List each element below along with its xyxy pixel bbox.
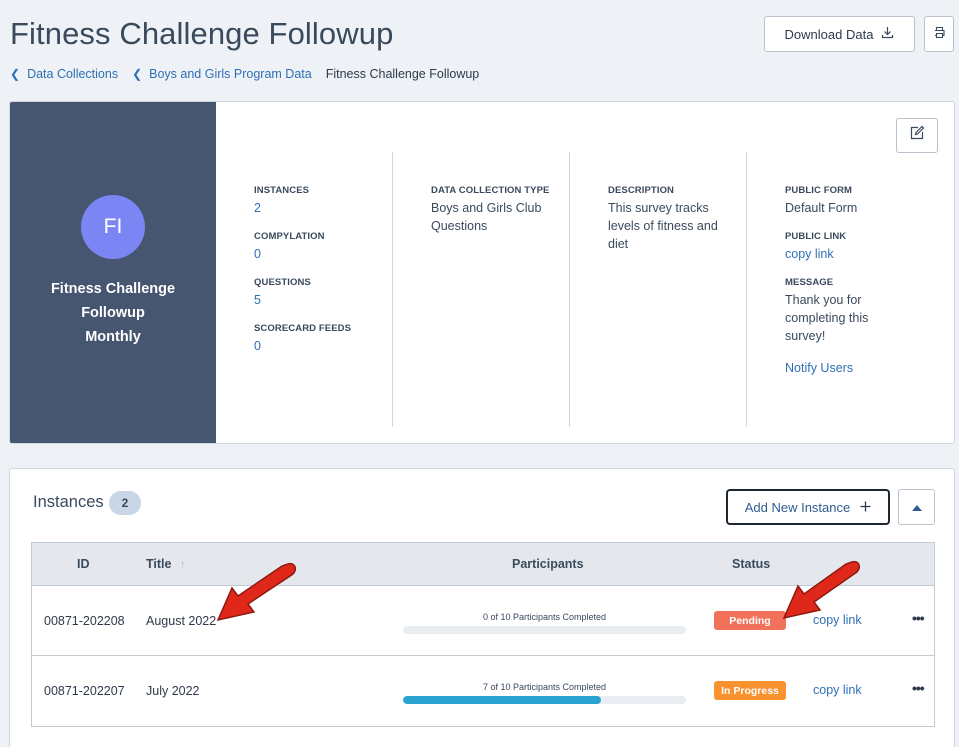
instance-title[interactable]: July 2022 <box>146 684 200 698</box>
annotation-arrow-status <box>782 560 860 620</box>
stat-value-questions: 5 <box>254 293 261 307</box>
collection-type-value: Boys and Girls Club Questions <box>431 201 542 233</box>
message-value: Thank you for completing this survey! <box>785 293 869 343</box>
participants-progress: 7 of 10 Participants Completed <box>403 682 686 704</box>
column-divider <box>746 152 747 427</box>
more-actions-icon[interactable]: ••• <box>912 680 925 696</box>
breadcrumb-item-program-data[interactable]: ❮ Boys and Girls Program Data <box>132 67 312 81</box>
download-icon <box>881 26 894 42</box>
instances-title: Instances <box>33 493 104 511</box>
notify-users-link[interactable]: Notify Users <box>785 359 885 377</box>
stat-value-instances: 2 <box>254 201 261 215</box>
collapse-button[interactable] <box>898 489 935 525</box>
more-actions-icon[interactable]: ••• <box>912 610 925 626</box>
stats-column: INSTANCES 2 COMPYLATION 0 QUESTIONS 5 SC… <box>254 185 384 369</box>
avatar: FI <box>81 195 145 259</box>
plus-icon <box>860 500 871 515</box>
download-data-button[interactable]: Download Data <box>764 16 915 52</box>
column-divider <box>569 152 570 427</box>
stat-value-compylation: 0 <box>254 247 261 261</box>
progress-fill <box>403 696 602 704</box>
add-new-instance-button[interactable]: Add New Instance <box>726 489 890 525</box>
stat-label-instances: INSTANCES <box>254 185 310 196</box>
column-divider <box>392 152 393 427</box>
stat-label-questions: QUESTIONS <box>254 277 311 288</box>
collection-frequency: Monthly <box>85 329 141 345</box>
instances-count-badge: 2 <box>109 491 141 515</box>
instance-id: 00871-202207 <box>44 684 125 698</box>
column-header-title-label: Title <box>146 557 172 571</box>
edit-icon <box>909 125 925 146</box>
sort-arrow-icon: ↑ <box>179 559 186 571</box>
summary-card: FI Fitness Challenge Followup Monthly IN… <box>9 101 955 444</box>
chevron-left-icon: ❮ <box>10 67 21 81</box>
copy-link[interactable]: copy link <box>813 683 862 697</box>
participants-progress: 0 of 10 Participants Completed <box>403 612 686 634</box>
collection-type-label: DATA COLLECTION TYPE <box>431 185 550 196</box>
column-header-id[interactable]: ID <box>77 557 90 571</box>
summary-profile-panel: FI Fitness Challenge Followup Monthly <box>10 102 216 443</box>
instance-id: 00871-202208 <box>44 614 125 628</box>
breadcrumb-item-data-collections[interactable]: ❮ Data Collections <box>10 67 118 81</box>
column-header-status[interactable]: Status <box>732 557 770 571</box>
print-icon <box>933 26 946 42</box>
description-label: DESCRIPTION <box>608 185 675 196</box>
breadcrumb-link[interactable]: Boys and Girls Program Data <box>149 67 312 81</box>
stat-label-compylation: COMPYLATION <box>254 231 325 242</box>
collection-name: Fitness Challenge Followup <box>50 281 176 321</box>
print-button[interactable] <box>924 16 954 52</box>
breadcrumb: ❮ Data Collections ❮ Boys and Girls Prog… <box>10 67 479 81</box>
column-header-participants[interactable]: Participants <box>512 557 584 571</box>
public-link-label: PUBLIC LINK <box>785 231 847 242</box>
stat-label-scorecard-feeds: SCORECARD FEEDS <box>254 323 352 334</box>
description-column: DESCRIPTION This survey tracks levels of… <box>608 185 728 267</box>
instance-title[interactable]: August 2022 <box>146 614 216 628</box>
chevron-left-icon: ❮ <box>132 67 143 81</box>
progress-text: 0 of 10 Participants Completed <box>482 612 607 622</box>
breadcrumb-link[interactable]: Data Collections <box>27 67 118 81</box>
caret-up-icon <box>911 498 922 516</box>
annotation-arrow-title <box>216 562 296 622</box>
public-copy-link[interactable]: copy link <box>785 245 885 263</box>
public-form-value: Default Form <box>785 201 858 215</box>
download-data-label: Download Data <box>784 26 874 42</box>
progress-bar <box>403 626 686 634</box>
table-row[interactable]: 00871-202207 July 2022 7 of 10 Participa… <box>32 656 934 726</box>
stat-value-scorecard-feeds: 0 <box>254 339 261 353</box>
status-badge: Pending <box>714 611 786 630</box>
add-new-instance-label: Add New Instance <box>744 499 851 515</box>
public-column: PUBLIC FORM Default Form PUBLIC LINK cop… <box>785 185 885 391</box>
public-form-label: PUBLIC FORM <box>785 185 853 196</box>
column-header-title[interactable]: Title ↑ <box>146 557 185 571</box>
breadcrumb-current: Fitness Challenge Followup <box>325 67 480 81</box>
description-value: This survey tracks levels of fitness and… <box>608 201 718 251</box>
page-title: Fitness Challenge Followup <box>10 16 394 51</box>
progress-bar <box>403 696 686 704</box>
type-column: DATA COLLECTION TYPE Boys and Girls Club… <box>431 185 561 249</box>
header-actions: Download Data <box>764 16 954 52</box>
status-badge: In Progress <box>714 681 786 700</box>
edit-button[interactable] <box>896 118 938 153</box>
progress-text: 7 of 10 Participants Completed <box>482 682 607 692</box>
message-label: MESSAGE <box>785 277 834 288</box>
